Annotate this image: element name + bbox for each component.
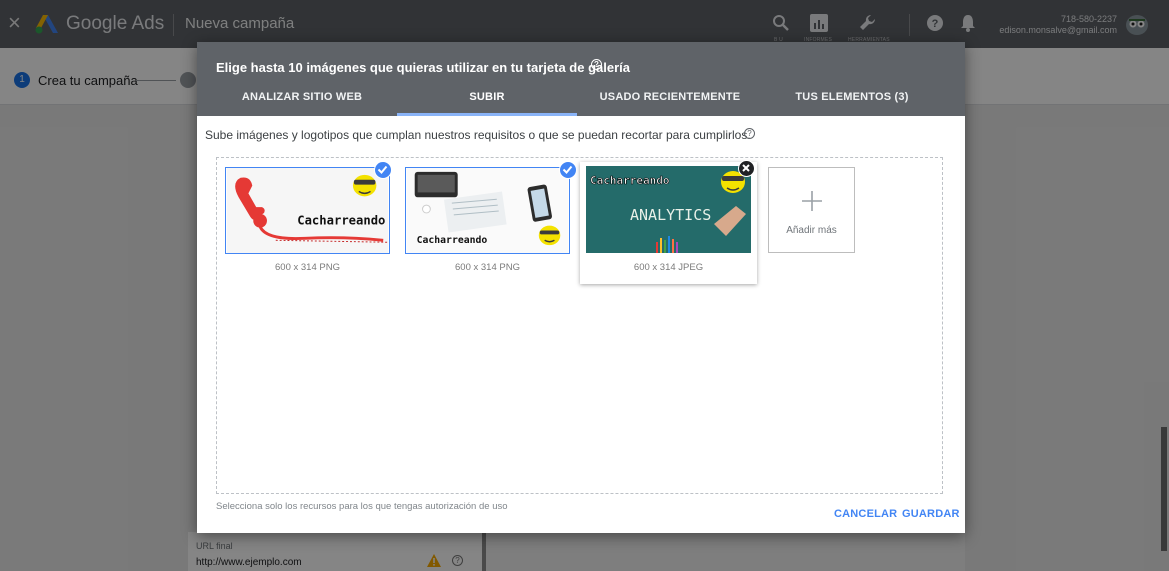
cancel-button[interactable]: CANCELAR	[834, 508, 897, 520]
image-thumbnail[interactable]: Cacharreando	[225, 167, 390, 254]
dialog-header: Elige hasta 10 imágenes que quieras util…	[197, 42, 965, 116]
image-thumbnail[interactable]: Cacharreando ANALYTICS	[586, 166, 751, 253]
active-tab-indicator	[397, 113, 577, 116]
image-caption: 600 x 314 PNG	[275, 262, 340, 273]
dialog-title: Elige hasta 10 imágenes que quieras util…	[216, 60, 630, 75]
selected-check-icon[interactable]	[559, 161, 577, 179]
image-picker-dialog: Elige hasta 10 imágenes que quieras util…	[197, 42, 965, 533]
add-more-button[interactable]: Añadir más	[768, 167, 855, 253]
save-button[interactable]: GUARDAR	[902, 508, 960, 520]
image-caption: 600 x 314 JPEG	[633, 262, 704, 273]
upload-instructions: Sube imágenes y logotipos que cumplan nu…	[205, 128, 751, 142]
selected-check-icon[interactable]	[374, 161, 392, 179]
tab-usado-recientemente[interactable]: USADO RECIENTEMENTE	[575, 91, 765, 116]
image-text: Cacharreando	[297, 214, 385, 228]
tab-analizar-sitio-web[interactable]: ANALIZAR SITIO WEB	[207, 91, 397, 116]
remove-image-icon[interactable]	[738, 160, 755, 177]
image-thumbnail[interactable]: Cacharreando	[405, 167, 570, 254]
tab-tus-elementos[interactable]: TUS ELEMENTOS (3)	[757, 91, 947, 116]
image-text: Cacharreando	[417, 235, 488, 246]
authorization-note: Selecciona solo los recursos para los qu…	[216, 501, 508, 512]
add-more-label: Añadir más	[786, 225, 837, 236]
image-text-2: ANALYTICS	[630, 206, 711, 224]
image-text: Cacharreando	[590, 174, 670, 187]
help-icon[interactable]: ?	[591, 59, 602, 70]
image-card-1[interactable]: Cacharreando 600 x 314 PNG	[224, 161, 399, 284]
image-card-3[interactable]: Cacharreando ANALYTICS 600 x 314 JPEG	[580, 160, 757, 284]
help-icon[interactable]: ?	[744, 128, 755, 139]
image-card-2[interactable]: Cacharreando 600 x 314 PNG	[404, 161, 579, 284]
image-caption: 600 x 314 PNG	[455, 262, 520, 273]
plus-icon	[802, 191, 822, 211]
